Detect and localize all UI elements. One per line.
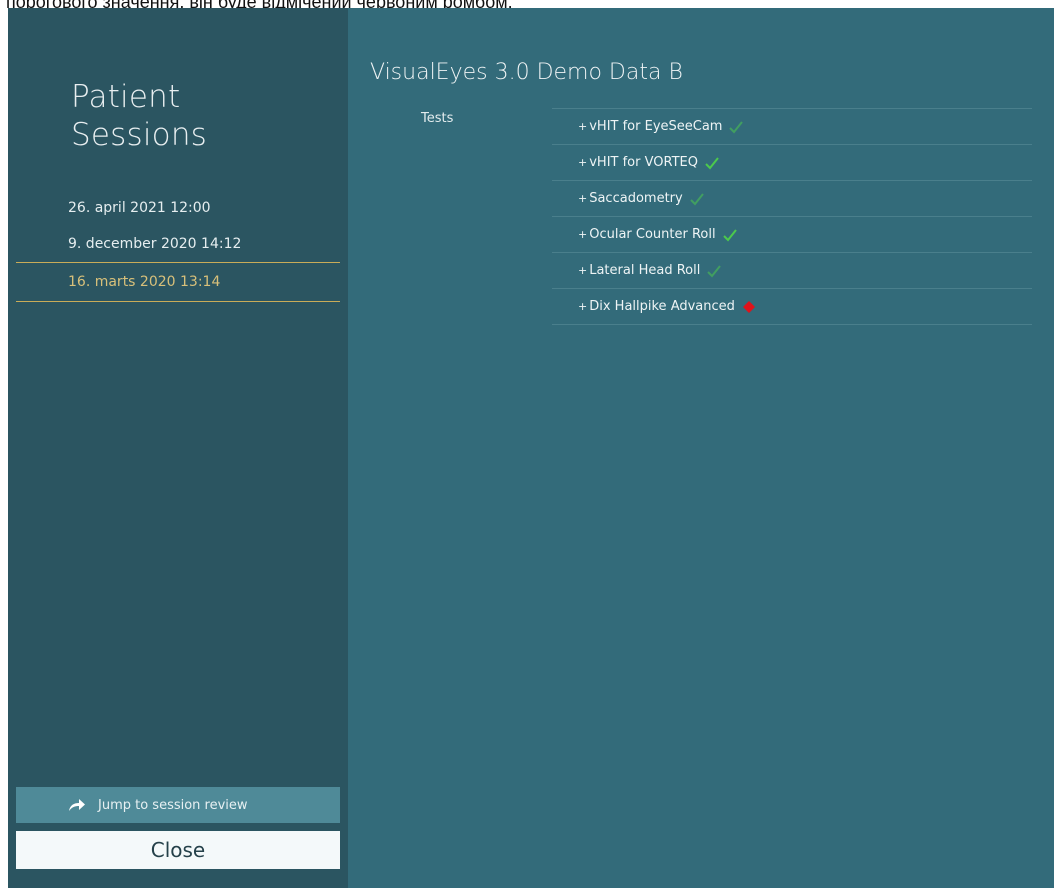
test-name: Dix Hallpike Advanced xyxy=(589,299,735,314)
check-icon xyxy=(722,228,737,241)
test-name: Ocular Counter Roll xyxy=(589,227,716,242)
patient-title: VisualEyes 3.0 Demo Data B xyxy=(370,60,683,85)
test-name: vHIT for VORTEQ xyxy=(589,155,698,170)
tests-label: Tests xyxy=(421,111,454,126)
session-item[interactable]: 9. december 2020 14:12 xyxy=(16,226,340,262)
expand-plus-icon: + xyxy=(578,264,588,277)
test-row[interactable]: + Saccadometry xyxy=(552,181,1032,217)
check-faded-icon xyxy=(689,192,704,205)
expand-plus-icon: + xyxy=(578,300,588,313)
test-name: vHIT for EyeSeeCam xyxy=(589,119,723,134)
session-item-selected[interactable]: 16. marts 2020 13:14 xyxy=(16,262,340,302)
expand-plus-icon: + xyxy=(578,228,588,241)
expand-plus-icon: + xyxy=(578,156,588,169)
app-window: Patient Sessions 26. april 2021 12:00 9.… xyxy=(8,8,1054,888)
sidebar: Patient Sessions 26. april 2021 12:00 9.… xyxy=(8,8,348,888)
session-item[interactable]: 26. april 2021 12:00 xyxy=(16,190,340,226)
test-name: Lateral Head Roll xyxy=(589,263,701,278)
check-faded-icon xyxy=(729,120,744,133)
close-button-label: Close xyxy=(150,838,206,862)
test-row[interactable]: + Ocular Counter Roll xyxy=(552,217,1032,253)
red-diamond-icon xyxy=(742,300,755,313)
close-button[interactable]: Close xyxy=(16,831,340,869)
jump-to-session-review-button[interactable]: Jump to session review xyxy=(16,787,340,823)
sidebar-title-line2: Sessions xyxy=(71,117,208,153)
check-faded-icon xyxy=(707,264,722,277)
session-list: 26. april 2021 12:00 9. december 2020 14… xyxy=(16,190,340,302)
expand-plus-icon: + xyxy=(578,120,588,133)
expand-plus-icon: + xyxy=(578,192,588,205)
test-name: Saccadometry xyxy=(589,191,683,206)
jump-button-label: Jump to session review xyxy=(98,797,248,813)
tests-list: + vHIT for EyeSeeCam + vHIT for VORTEQ +… xyxy=(552,108,1032,325)
test-row[interactable]: + vHIT for VORTEQ xyxy=(552,145,1032,181)
check-icon xyxy=(705,156,719,169)
test-row[interactable]: + Dix Hallpike Advanced xyxy=(552,289,1032,325)
share-arrow-icon xyxy=(69,799,85,811)
sidebar-title-line1: Patient xyxy=(71,79,181,115)
sidebar-title: Patient Sessions xyxy=(71,78,207,154)
test-row[interactable]: + vHIT for EyeSeeCam xyxy=(552,109,1032,145)
test-row[interactable]: + Lateral Head Roll xyxy=(552,253,1032,289)
